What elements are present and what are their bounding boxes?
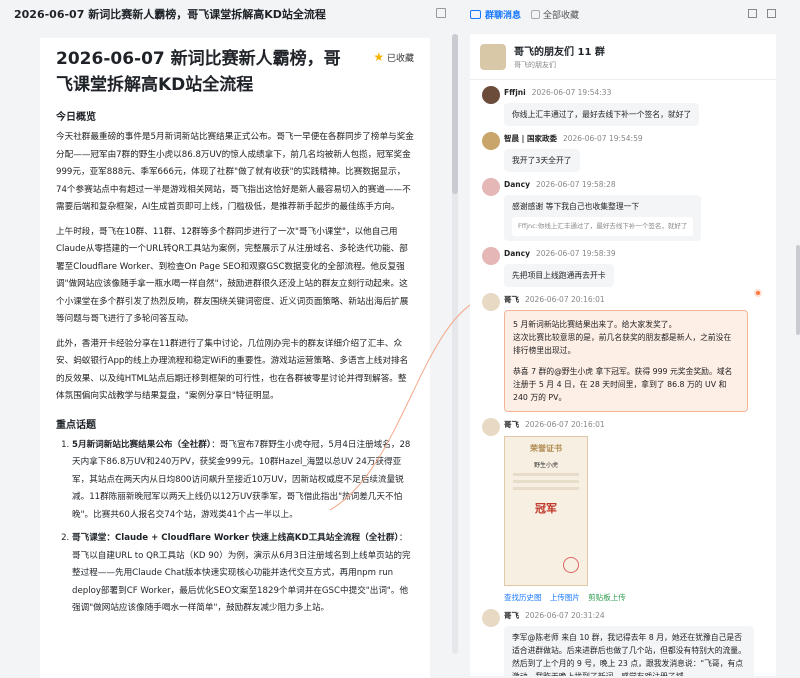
- paragraph-3: 此外，香港开卡经验分享在11群进行了集中讨论，几位刚办完卡的群友详细介绍了汇丰、…: [56, 338, 409, 402]
- message: Dancy 2026-06-07 19:58:28 感谢感谢 等下我自己也收集整理…: [470, 178, 776, 241]
- group-header: 哥飞的朋友们 11 群 哥飞的朋友们: [470, 34, 776, 80]
- message: 智晨 | 国家政委 2026-06-07 19:54:59 我开了3天全开了: [470, 132, 776, 172]
- window-title: 2026-06-07 新词比赛新人霸榜，哥飞课堂拆解高KD站全流程: [14, 8, 326, 21]
- message-bubble: 先把项目上线跑通再去开卡: [504, 264, 614, 287]
- chat-header: 群聊消息 全部收藏: [464, 0, 800, 28]
- expand-icon[interactable]: [748, 9, 757, 18]
- chat-icon: [470, 9, 481, 19]
- find-history-image-link[interactable]: 查找历史图: [504, 593, 542, 602]
- message: Fffjni 2026-06-07 19:54:33 你线上汇丰通过了，最好去线下…: [470, 86, 776, 126]
- chat-panel: 哥飞的朋友们 11 群 哥飞的朋友们 Fffjni 2026-06-07 19:5…: [470, 34, 776, 676]
- close-icon[interactable]: [767, 9, 776, 18]
- favorite-all-label: 全部收藏: [543, 10, 580, 21]
- list-item: 5月新词新站比赛结果公布（全社群）：哥飞宣布7群野生小虎夺冠，5月4日注册域名，…: [72, 437, 414, 525]
- chat-scrollbar[interactable]: [796, 245, 800, 335]
- paragraph-1: 今天社群最重磅的事件是5月新词新站比赛结果正式公布。哥飞一早便在各群同步了榜单与…: [56, 132, 414, 212]
- avatar: [482, 86, 500, 104]
- avatar: [482, 178, 500, 196]
- quoted-message: Fffjnc:你线上汇丰通过了，最好去线下补一个签名，就好了: [512, 217, 694, 236]
- clipboard-upload-link[interactable]: 剪贴板上传: [588, 593, 626, 602]
- message-bubble: 李军@陈老师 来自 10 群，我记得去年 8 月，她还在犹豫自己是否适合进群做站…: [504, 626, 754, 676]
- message: 哥飞 2026-06-07 20:16:01 荣誉证书 野生小虎 冠军 查找历史图…: [470, 418, 776, 603]
- article-panel: 2026-06-07 新词比赛新人霸榜，哥飞课堂拆解高KD站全流程 ★ 已收藏 …: [40, 38, 430, 678]
- star-icon: ★: [373, 50, 385, 64]
- message-bubble: 感谢感谢 等下我自己也收集整理一下 Fffjnc:你线上汇丰通过了，最好去线下补…: [504, 195, 702, 241]
- upload-image-link[interactable]: 上传图片: [550, 593, 580, 602]
- group-avatar: [480, 43, 506, 70]
- message: 哥飞 2026-06-07 20:31:24 李军@陈老师 来自 10 群，我记得…: [470, 609, 776, 676]
- image-actions: 查找历史图 上传图片 剪贴板上传: [504, 592, 764, 603]
- paragraph-2: 上午时段，哥飞在10群、11群、12群等多个群同步进行了一次"哥飞小课堂"，以他…: [56, 226, 409, 325]
- message-bubble: 我开了3天全开了: [504, 149, 580, 172]
- article-title: 2026-06-07 新词比赛新人霸榜，哥飞课堂拆解高KD站全流程: [56, 49, 341, 95]
- list-item: 哥飞课堂：Claude + Cloudflare Worker 快速上线高KD工…: [72, 530, 414, 618]
- message-bubble: 5 月新词新站比赛结果出来了。给大家发奖了。 这次比赛比较意思的是，前几名获奖的…: [504, 310, 748, 412]
- group-subtitle: 哥飞的朋友们: [514, 61, 556, 69]
- highlighted-message[interactable]: 哥飞 2026-06-07 20:16:01 5 月新词新站比赛结果出来了。给大家…: [470, 289, 776, 412]
- message-bubble: 你线上汇丰通过了，最好去线下补一个签名，就好了: [504, 103, 700, 126]
- group-name: 哥飞的朋友们 11 群: [514, 47, 605, 58]
- overview-heading: 今日概览: [56, 112, 96, 123]
- scroll-thumb[interactable]: [452, 34, 458, 194]
- open-external-icon[interactable]: [436, 8, 446, 18]
- seal-icon: [563, 557, 579, 573]
- certificate-image[interactable]: 荣誉证书 野生小虎 冠军: [504, 436, 588, 586]
- article-scrollbar[interactable]: [452, 34, 458, 654]
- message: Dancy 2026-06-07 19:58:39 先把项目上线跑通再去开卡: [470, 247, 776, 287]
- topic-list: 5月新词新站比赛结果公布（全社群）：哥飞宣布7群野生小虎夺冠，5月4日注册域名，…: [56, 437, 414, 618]
- unread-dot: [754, 289, 762, 297]
- avatar: [482, 293, 500, 311]
- tab-group-messages[interactable]: 群聊消息: [485, 8, 521, 21]
- avatar: [482, 132, 500, 150]
- favorite-button[interactable]: ★ 已收藏: [373, 50, 414, 64]
- top-bar: 2026-06-07 新词比赛新人霸榜，哥飞课堂拆解高KD站全流程: [0, 0, 458, 28]
- key-topics-heading: 重点话题: [56, 419, 96, 431]
- avatar: [482, 609, 500, 627]
- avatar: [482, 247, 500, 265]
- favorite-all-checkbox[interactable]: [531, 9, 541, 19]
- avatar: [482, 418, 500, 436]
